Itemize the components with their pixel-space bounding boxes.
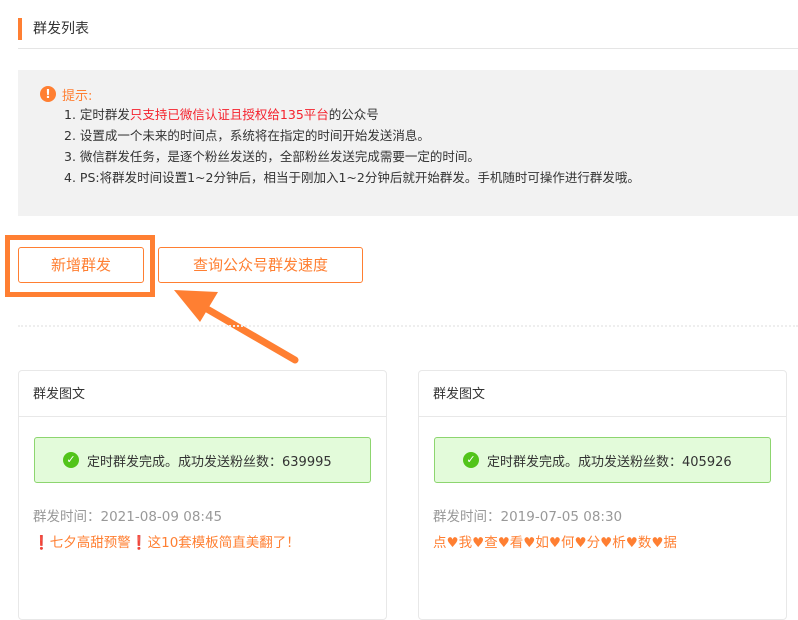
tip-item: 1. 定时群发只支持已微信认证且授权给135平台的公众号 [64, 104, 798, 125]
query-speed-button[interactable]: 查询公众号群发速度 [158, 247, 363, 283]
tip-text: 的公众号 [328, 107, 379, 122]
article-link[interactable]: 点♥我♥查♥看♥如♥何♥分♥析♥数♥据 [433, 531, 786, 551]
dotted-divider [18, 325, 798, 327]
article-link[interactable]: ❗七夕高甜预警❗这10套模板简直美翻了！ [33, 531, 386, 551]
broadcast-card: 群发图文 ✓ 定时群发完成。成功发送粉丝数：639995 群发时间：2021-08… [18, 370, 387, 620]
tip-title: 提示: [62, 88, 93, 104]
warning-icon: ! [40, 86, 56, 102]
status-banner: ✓ 定时群发完成。成功发送粉丝数：405926 [434, 437, 771, 483]
tip-item: 2. 设置成一个未来的时间点，系统将在指定的时间开始发送消息。 [64, 128, 430, 143]
card-title: 群发图文 [19, 371, 386, 417]
status-text: 定时群发完成。成功发送粉丝数：639995 [87, 454, 332, 470]
page-title: 群发列表 [18, 18, 89, 40]
card-title: 群发图文 [419, 371, 786, 417]
status-banner: ✓ 定时群发完成。成功发送粉丝数：639995 [34, 437, 371, 483]
status-text: 定时群发完成。成功发送粉丝数：405926 [487, 454, 732, 470]
tip-highlight: 只支持已微信认证且授权给135平台 [129, 107, 329, 122]
tip-box: ! 提示: 1. 定时群发只支持已微信认证且授权给135平台的公众号 2. 设置… [18, 70, 798, 216]
check-icon: ✓ [463, 452, 479, 468]
divider [18, 48, 798, 49]
tip-header: ! 提示: [40, 84, 798, 104]
check-icon: ✓ [63, 452, 79, 468]
send-time: 群发时间：2021-08-09 08:45 [33, 509, 223, 525]
send-time: 群发时间：2019-07-05 08:30 [433, 509, 623, 525]
highlight-box [5, 235, 155, 297]
tip-item: 3. 微信群发任务，是逐个粉丝发送的，全部粉丝发送完成需要一定的时间。 [64, 149, 480, 164]
tip-text: 1. 定时群发 [64, 107, 130, 122]
tip-item: 4. PS:将群发时间设置1~2分钟后，相当于刚加入1~2分钟后就开始群发。手机… [64, 170, 640, 185]
broadcast-card: 群发图文 ✓ 定时群发完成。成功发送粉丝数：405926 群发时间：2019-07… [418, 370, 787, 620]
